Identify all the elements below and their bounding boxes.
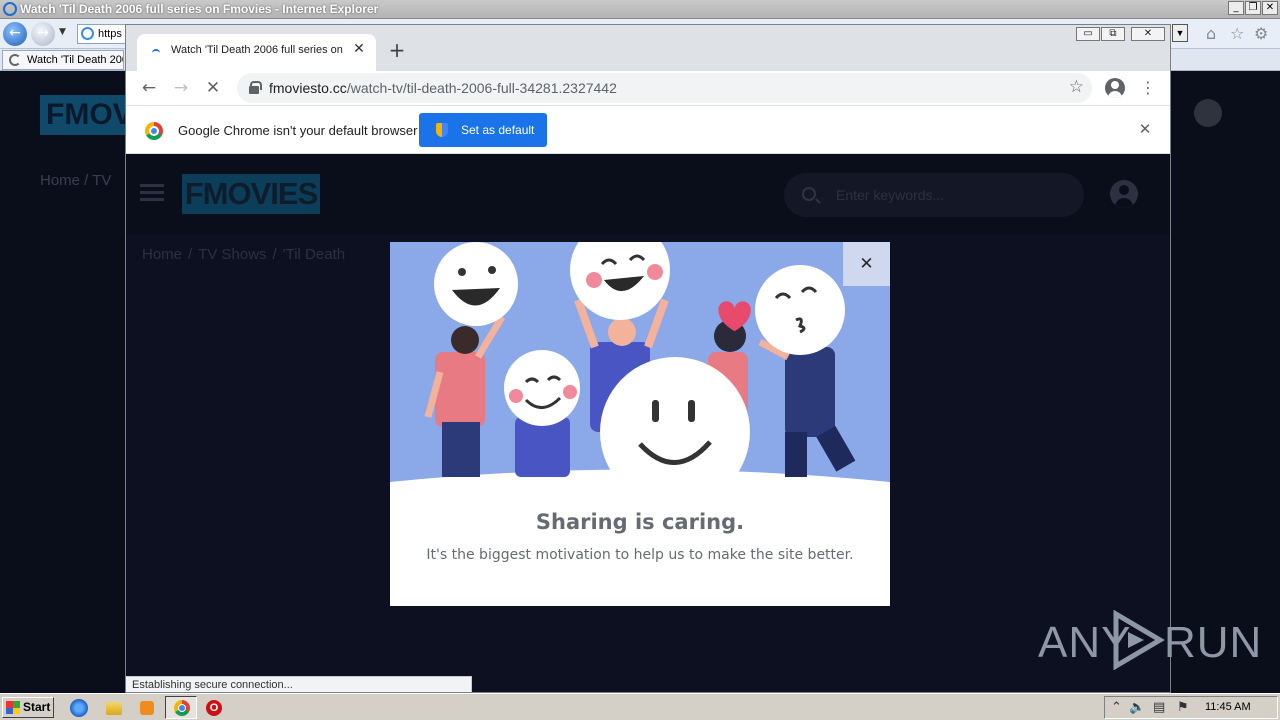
anyrun-watermark: ANY RUN (1038, 608, 1261, 674)
clock[interactable]: 11:45 AM (1205, 701, 1251, 713)
ie-window-title: Watch 'Til Death 2006 full series on Fmo… (20, 2, 379, 16)
breadcrumb-home[interactable]: Home (142, 246, 182, 263)
stop-loading-icon[interactable]: ✕ (201, 76, 225, 100)
site-search-box (784, 173, 1084, 217)
status-bubble: Establishing secure connection... (126, 676, 472, 692)
windows-flag-icon (6, 701, 20, 714)
ie-command-icons: ⌂ ☆ ⚙ (1200, 19, 1280, 49)
ie-forward-button[interactable]: → (31, 22, 55, 46)
ie-bg-breadcrumb: Home / TV (40, 172, 112, 189)
url-text: fmoviesto.cc/watch-tv/til-death-2006-ful… (269, 80, 617, 96)
ie-history-dropdown-icon[interactable]: ▼ (59, 27, 66, 37)
ie-logo-icon (3, 2, 17, 16)
set-as-default-button[interactable]: Set as default (419, 113, 547, 147)
action-center-flag-icon[interactable]: ⚑ (1177, 700, 1189, 715)
opera-icon[interactable]: O (206, 700, 222, 716)
infobar-close-icon[interactable]: ✕ (1136, 120, 1154, 138)
modal-close-button[interactable]: ✕ (843, 242, 890, 286)
volume-icon[interactable]: 🔈 (1129, 700, 1145, 715)
favorites-star-icon[interactable]: ☆ (1230, 24, 1244, 43)
ie-back-button[interactable]: ← (3, 22, 27, 46)
lock-icon[interactable] (249, 81, 262, 94)
breadcrumb: Home / TV Shows / 'Til Death (142, 246, 345, 263)
ie-restore-button[interactable]: ❐ (1245, 1, 1261, 15)
network-icon[interactable]: ▤ (1153, 700, 1165, 715)
start-button[interactable]: Start (2, 697, 54, 718)
profile-avatar-icon[interactable] (1105, 78, 1125, 98)
breadcrumb-current: 'Til Death (282, 246, 346, 263)
default-browser-infobar: Google Chrome isn't your default browser… (126, 105, 1170, 154)
watermark-run: RUN (1164, 618, 1263, 667)
home-icon[interactable]: ⌂ (1206, 24, 1216, 43)
fmovies-page: FMOVIES Home / TV Shows / 'Til Death (126, 154, 1170, 692)
chrome-logo-icon (145, 122, 163, 140)
tab-loading-icon (152, 49, 160, 57)
tray-expand-icon[interactable]: ⌃ (1111, 700, 1122, 715)
search-input[interactable] (836, 186, 1066, 204)
ie-page-icon (81, 27, 94, 40)
new-tab-button[interactable]: + (386, 39, 408, 61)
smiley-crowd-illustration (390, 242, 890, 482)
folder-icon[interactable] (106, 702, 122, 715)
chrome-tab[interactable]: Watch 'Til Death 2006 full series on Fmo… (137, 34, 376, 71)
system-tray: ⌃ 🔈 ▤ ⚑ 11:45 AM (1104, 696, 1278, 719)
ie-address-text: https (98, 28, 122, 40)
chrome-icon (174, 700, 190, 716)
media-player-icon[interactable] (140, 701, 154, 715)
taskbar-chrome-button[interactable] (165, 696, 197, 719)
set-as-default-label: Set as default (461, 123, 535, 137)
windows-taskbar: Start O ⌃ 🔈 ▤ ⚑ 11:45 AM (0, 693, 1280, 720)
tab-close-icon[interactable]: ✕ (351, 41, 367, 57)
site-logo[interactable]: FMOVIES (182, 174, 320, 214)
search-icon[interactable] (802, 187, 816, 201)
chrome-restore-button[interactable]: ⧉ (1101, 27, 1125, 41)
ie-bg-site-logo: FMOVIES (40, 95, 128, 135)
user-avatar-icon[interactable] (1110, 180, 1138, 208)
share-illustration: ✕ (390, 242, 890, 482)
ie-tab[interactable]: Watch 'Til Death 2006 ... (2, 50, 124, 70)
loading-spinner-icon (9, 54, 21, 66)
ie-close-button[interactable]: ✕ (1262, 1, 1278, 15)
kebab-menu-icon[interactable]: ⋮ (1138, 76, 1158, 100)
url-path: /watch-tv/til-death-2006-full-34281.2327… (346, 80, 617, 96)
chrome-toolbar: ← → ✕ fmoviesto.cc/watch-tv/til-death-20… (126, 71, 1170, 105)
forward-arrow-icon[interactable]: → (169, 76, 193, 100)
share-modal: ✕ Sharing is caring. It's the biggest mo… (390, 242, 890, 606)
start-label: Start (23, 700, 51, 714)
breadcrumb-separator: / (272, 246, 277, 263)
chrome-tab-strip: Watch 'Til Death 2006 full series on Fmo… (126, 25, 1170, 71)
ie-title-bar: Watch 'Til Death 2006 full series on Fmo… (0, 0, 1280, 19)
ie-bg-user-avatar (1194, 99, 1222, 127)
infobar-message: Google Chrome isn't your default browser (178, 123, 418, 138)
chrome-tab-title: Watch 'Til Death 2006 full series on Fmo… (171, 44, 343, 56)
ie-address-bar[interactable]: https (77, 24, 127, 44)
back-arrow-icon[interactable]: ← (137, 76, 161, 100)
ie-minimize-button[interactable]: _ (1228, 1, 1244, 15)
modal-subtitle: It's the biggest motivation to help us t… (426, 547, 854, 563)
gear-icon[interactable]: ⚙ (1254, 24, 1268, 43)
hamburger-menu-icon[interactable] (140, 184, 164, 202)
breadcrumb-separator: / (188, 246, 193, 263)
chrome-minimize-button[interactable]: ▭ (1076, 27, 1100, 41)
ie-address-dropdown-icon[interactable]: ▼ (1172, 24, 1188, 42)
play-logo-icon (1113, 610, 1165, 670)
chrome-close-button[interactable]: ✕ (1131, 27, 1165, 41)
url-host: fmoviesto.cc (269, 80, 347, 96)
breadcrumb-tv-shows[interactable]: TV Shows (198, 246, 266, 263)
address-bar[interactable]: fmoviesto.cc/watch-tv/til-death-2006-ful… (237, 73, 1092, 103)
bookmark-star-icon[interactable]: ☆ (1069, 77, 1084, 97)
internet-explorer-icon[interactable] (70, 699, 88, 717)
modal-title: Sharing is caring. (535, 510, 745, 534)
uac-shield-icon (436, 123, 448, 137)
ie-tab-title: Watch 'Til Death 2006 ... (27, 54, 123, 66)
chrome-window: Watch 'Til Death 2006 full series on Fmo… (125, 24, 1171, 693)
